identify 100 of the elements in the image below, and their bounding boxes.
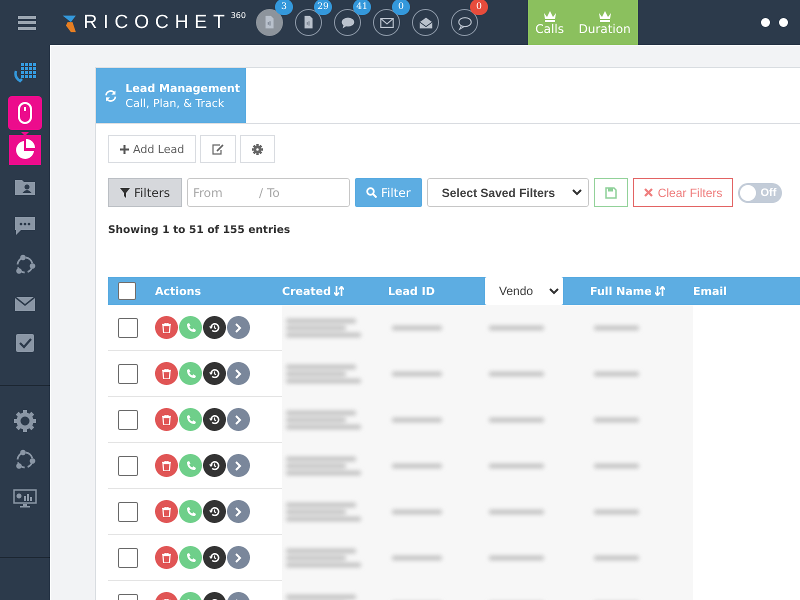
chevron-right-icon <box>235 506 242 516</box>
trash-icon <box>162 414 171 424</box>
comment-icon <box>456 14 472 30</box>
trash-icon <box>162 322 171 332</box>
module-tab[interactable]: Lead Management Call, Plan, & Track <box>96 68 246 123</box>
brand-superscript: 360 <box>230 10 246 22</box>
tab-subtitle: Call, Plan, & Track <box>125 96 226 110</box>
history-button[interactable] <box>203 546 226 569</box>
more-icon[interactable] <box>761 18 788 27</box>
trash-icon <box>162 460 171 470</box>
chevron-down-icon <box>572 189 582 196</box>
settings-button[interactable] <box>240 135 276 163</box>
open-button[interactable] <box>227 408 250 431</box>
clear-filters-button[interactable]: Clear Filters <box>632 178 734 207</box>
history-icon <box>209 460 220 471</box>
chat-icon <box>14 216 36 236</box>
mouse-icon <box>17 102 33 124</box>
toggle-switch[interactable]: Off <box>738 182 782 202</box>
share-icon <box>14 254 36 276</box>
column-header: Email <box>693 284 727 298</box>
trash-icon <box>162 506 171 516</box>
count-badge: 41 <box>353 0 371 15</box>
history-icon <box>209 506 220 517</box>
row-checkbox[interactable] <box>118 456 138 476</box>
range-separator: / <box>258 186 264 200</box>
sidebar-item[interactable] <box>9 135 41 165</box>
funnel-icon <box>120 188 130 198</box>
open-button[interactable] <box>227 454 250 477</box>
history-button[interactable] <box>203 316 226 339</box>
history-icon <box>209 322 220 333</box>
history-icon <box>209 368 220 379</box>
phone-icon <box>186 368 196 378</box>
delete-button[interactable] <box>155 454 178 477</box>
chevron-right-icon <box>235 414 242 424</box>
leaderboard-button[interactable]: Duration <box>578 10 631 36</box>
delete-button[interactable] <box>155 546 178 569</box>
settings-icon <box>252 144 264 154</box>
saved-filters-dropdown[interactable]: Select Saved Filters <box>426 178 589 207</box>
chevron-right-icon <box>235 552 242 562</box>
share-icon <box>14 449 36 471</box>
count-badge: 29 <box>314 0 332 15</box>
settings-icon <box>14 410 36 432</box>
tab-title: Lead Management <box>125 82 240 94</box>
contacts-folder-icon <box>14 178 36 196</box>
chevron-right-icon <box>235 368 242 378</box>
phone-icon <box>186 414 196 424</box>
phone-icon <box>186 552 196 562</box>
history-button[interactable] <box>203 408 226 431</box>
count-badge: 3 <box>275 0 293 15</box>
row-checkbox[interactable] <box>118 410 138 430</box>
open-envelope-button[interactable] <box>412 9 439 36</box>
filters-button[interactable]: Filters <box>108 178 182 207</box>
chevron-right-icon <box>235 322 242 332</box>
voicemail-button[interactable] <box>256 9 283 36</box>
row-checkbox[interactable] <box>118 364 138 384</box>
crown-icon <box>598 10 612 22</box>
dialpad-phone-icon <box>13 63 37 85</box>
open-button[interactable] <box>227 546 250 569</box>
history-button[interactable] <box>203 454 226 477</box>
history-icon <box>209 414 220 425</box>
mail-icon <box>14 296 36 312</box>
row-checkbox[interactable] <box>118 318 138 338</box>
brand-name: RICOCHET <box>83 10 231 34</box>
menu-icon[interactable] <box>18 16 36 30</box>
history-icon <box>209 552 220 563</box>
leaderboard-button[interactable]: Calls <box>535 10 564 36</box>
plus-icon <box>120 144 129 154</box>
edit-button[interactable] <box>200 135 236 163</box>
row-checkbox[interactable] <box>118 502 138 522</box>
column-header: Actions <box>155 284 201 298</box>
filter-button[interactable]: Filter <box>354 178 422 207</box>
delete-button[interactable] <box>155 316 178 339</box>
entries-summary: Showing 1 to 51 of 155 entries <box>108 224 292 238</box>
add-lead-button[interactable]: Add Lead <box>108 135 196 163</box>
history-button[interactable] <box>203 500 226 523</box>
open-button[interactable] <box>227 500 250 523</box>
monitor-chart-icon <box>13 489 37 509</box>
search-icon <box>366 187 377 198</box>
row-checkbox[interactable] <box>118 548 138 568</box>
trash-icon <box>162 552 171 562</box>
phone-icon <box>186 460 196 470</box>
crown-icon <box>542 10 557 22</box>
column-select[interactable]: Vendo <box>485 277 563 305</box>
delete-button[interactable] <box>155 408 178 431</box>
count-badge: 0 <box>392 0 410 15</box>
delete-button[interactable] <box>155 362 178 385</box>
delete-button[interactable] <box>155 500 178 523</box>
chevron-down-icon <box>549 288 559 294</box>
count-badge: 0 <box>470 0 488 15</box>
close-icon <box>644 188 653 197</box>
sort-icon[interactable] <box>654 286 665 296</box>
date-range-field[interactable]: From / To <box>186 178 350 207</box>
open-button[interactable] <box>227 316 250 339</box>
sort-icon[interactable] <box>334 286 344 296</box>
chevron-right-icon <box>235 460 242 470</box>
history-button[interactable] <box>203 362 226 385</box>
select-all-checkbox[interactable] <box>118 282 136 300</box>
column-header: Lead ID <box>388 284 435 298</box>
trash-icon <box>162 368 171 378</box>
open-button[interactable] <box>227 362 250 385</box>
